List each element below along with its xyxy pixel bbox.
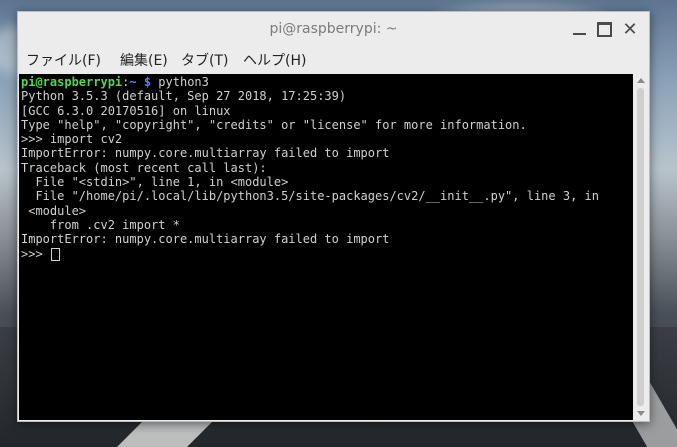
text-cursor xyxy=(50,247,60,261)
menu-file[interactable]: ファイル(F) xyxy=(26,50,101,70)
menu-bar: ファイル(F) 編集(E) タブ(T) ヘルプ(H) xyxy=(18,46,649,72)
menu-edit[interactable]: 編集(E) xyxy=(120,50,168,70)
menu-tabs[interactable]: タブ(T) xyxy=(181,50,228,70)
window-title: pi@raspberrypi: ~ xyxy=(269,21,398,37)
minimize-icon xyxy=(572,33,586,35)
command-text: python3 xyxy=(151,75,209,89)
scroll-up-icon[interactable] xyxy=(637,78,645,83)
terminal-window[interactable]: pi@raspberrypi: ~ ✕ ファイル(F) 編集(E) タブ(T) … xyxy=(17,11,650,422)
terminal-line: Traceback (most recent call last): xyxy=(21,160,267,175)
close-button[interactable]: ✕ xyxy=(619,18,641,40)
vertical-scrollbar[interactable] xyxy=(634,74,648,420)
terminal-line: from .cv2 import * xyxy=(21,217,180,232)
terminal-line: Python 3.5.3 (default, Sep 27 2018, 17:2… xyxy=(21,89,347,104)
maximize-icon xyxy=(596,21,612,37)
title-bar[interactable]: pi@raspberrypi: ~ ✕ xyxy=(18,12,649,45)
close-icon: ✕ xyxy=(622,18,638,40)
terminal-line: Type "help", "copyright", "credits" or "… xyxy=(21,117,527,132)
menu-help[interactable]: ヘルプ(H) xyxy=(243,50,306,70)
minimize-button[interactable] xyxy=(568,18,590,40)
prompt-user: pi@raspberrypi xyxy=(21,75,123,89)
terminal-line: >>> import cv2 xyxy=(21,132,123,147)
scrollbar-thumb[interactable] xyxy=(637,88,644,406)
road-marking xyxy=(117,421,213,447)
terminal-line: File "/home/pi/.local/lib/python3.5/site… xyxy=(21,189,599,204)
terminal-line: ImportError: numpy.core.multiarray faile… xyxy=(21,146,390,161)
scroll-down-icon[interactable] xyxy=(637,411,645,416)
terminal-line: [GCC 6.3.0 20170516] on linux xyxy=(21,103,231,118)
prompt-directory: ~ $ xyxy=(129,75,152,89)
terminal-line: <module> xyxy=(21,203,87,218)
terminal-line: ImportError: numpy.core.multiarray faile… xyxy=(21,232,390,247)
terminal-output[interactable]: pi@raspberrypi:~ $ python3 Python 3.5.3 … xyxy=(19,74,633,420)
python-prompt: >>> xyxy=(21,246,50,261)
maximize-button[interactable] xyxy=(593,18,615,40)
terminal-line: File "<stdin>", line 1, in <module> xyxy=(21,175,289,190)
